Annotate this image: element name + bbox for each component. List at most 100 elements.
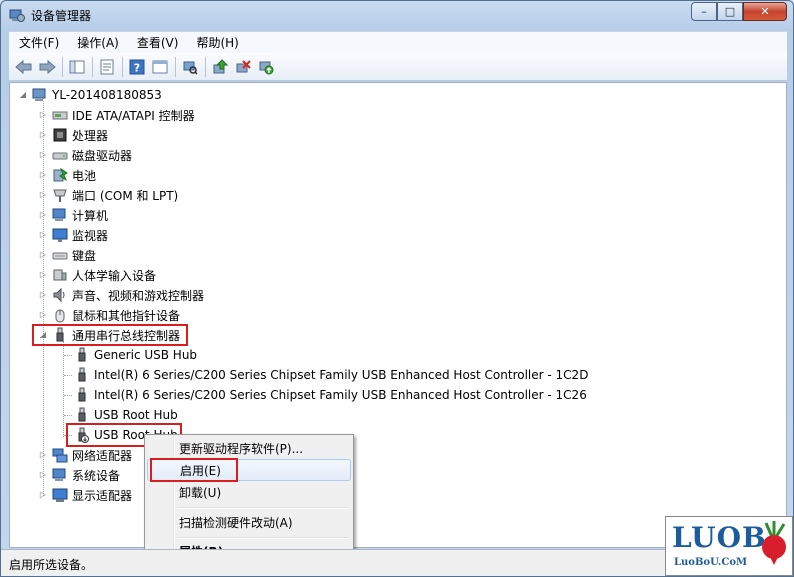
help-button[interactable]: ?	[126, 56, 148, 78]
tree-category-monitor[interactable]: ▷ 监视器	[38, 225, 108, 245]
menu-file[interactable]: 文件(F)	[19, 34, 59, 51]
tree-category-system[interactable]: ▷ 系统设备	[38, 465, 120, 485]
toolbar-separator	[92, 56, 93, 77]
usb-device-root-hub[interactable]: USB Root Hub	[74, 405, 178, 425]
expand-arrow-icon[interactable]: ▷	[38, 310, 48, 320]
tree-root-label: YL-201408180853	[52, 88, 162, 102]
port-icon	[53, 189, 67, 202]
usb-device-generic-hub[interactable]: Generic USB Hub	[74, 345, 197, 365]
expand-arrow-icon[interactable]: ▷	[38, 290, 48, 300]
tree-category-disk[interactable]: ▷ 磁盘驱动器	[38, 145, 132, 165]
tree-category-keyboard[interactable]: ▷ 键盘	[38, 245, 96, 265]
console-tree-icon	[69, 60, 85, 73]
menu-uninstall[interactable]: 卸载(U)	[147, 481, 351, 503]
title-bar[interactable]: 设备管理器 – □ ✕	[1, 1, 793, 29]
expand-arrow-icon[interactable]: ▷	[38, 490, 48, 500]
network-adapter-icon	[52, 448, 68, 463]
display-adapter-icon	[52, 488, 68, 502]
menu-bar: 文件(F) 操作(A) 查看(V) 帮助(H)	[9, 31, 787, 53]
device-manager-icon	[9, 9, 25, 22]
expand-arrow-icon[interactable]: ▷	[38, 170, 48, 180]
tree-category-mouse[interactable]: ▷ 鼠标和其他指针设备	[38, 305, 180, 325]
device-view-button[interactable]	[149, 56, 171, 78]
status-text: 启用所选设备。	[9, 558, 94, 572]
usb-device-host-controller-1c2d[interactable]: Intel(R) 6 Series/C200 Series Chipset Fa…	[74, 365, 588, 385]
tree-category-label: 人体学输入设备	[72, 268, 157, 283]
tree-branch	[64, 395, 72, 396]
tree-category-network[interactable]: ▷ 网络适配器	[38, 445, 132, 465]
tree-category-display[interactable]: ▷ 显示适配器	[38, 485, 132, 505]
menu-help[interactable]: 帮助(H)	[196, 34, 238, 51]
tree-category-label: 键盘	[72, 248, 97, 263]
expand-arrow-icon[interactable]: ▷	[38, 450, 48, 460]
tree-branch	[64, 375, 72, 376]
menu-update-driver[interactable]: 更新驱动程序软件(P)...	[147, 437, 351, 459]
tree-category-label: 网络适配器	[72, 448, 133, 463]
back-button[interactable]	[13, 56, 35, 78]
toolbar-separator	[205, 56, 206, 77]
sound-icon	[53, 287, 65, 303]
device-tree-pane[interactable]: ◢ YL-201408180853 ▷ IDE ATA/ATAPI 控制器 ▷ …	[9, 82, 787, 548]
tree-category-hid[interactable]: ▷ 人体学输入设备	[38, 265, 156, 285]
tree-root[interactable]: ◢ YL-201408180853	[18, 85, 162, 105]
expand-arrow-icon[interactable]: ▷	[38, 130, 48, 140]
tree-category-label: 声音、视频和游戏控制器	[72, 288, 205, 303]
expand-arrow-icon[interactable]: ▷	[38, 270, 48, 280]
minimize-button[interactable]: –	[691, 2, 717, 21]
monitor-icon	[52, 228, 68, 242]
tree-category-sound[interactable]: ▷ 声音、视频和游戏控制器	[38, 285, 204, 305]
system-device-icon	[52, 468, 66, 481]
forward-button[interactable]	[36, 56, 58, 78]
hid-icon	[53, 269, 67, 281]
mouse-icon	[55, 309, 65, 323]
tree-category-ports[interactable]: ▷ 端口 (COM 和 LPT)	[38, 185, 178, 205]
tree-category-processor[interactable]: ▷ 处理器	[38, 125, 108, 145]
expand-arrow-icon[interactable]: ▷	[38, 210, 48, 220]
properties-icon	[100, 59, 114, 74]
usb-category-highlight	[32, 324, 188, 346]
usb-device-host-controller-1c26[interactable]: Intel(R) 6 Series/C200 Series Chipset Fa…	[74, 385, 587, 405]
disk-drive-icon	[52, 152, 68, 160]
tree-category-label: 显示适配器	[72, 488, 133, 503]
tree-category-label: 处理器	[72, 128, 109, 143]
tree-category-computer[interactable]: ▷ 计算机	[38, 205, 108, 225]
expand-arrow-icon[interactable]: ▷	[38, 150, 48, 160]
maximize-button[interactable]: □	[717, 2, 743, 21]
expand-arrow-icon[interactable]: ▷	[38, 250, 48, 260]
tree-branch	[64, 415, 72, 416]
device-manager-window: 设备管理器 – □ ✕ 文件(F) 操作(A) 查看(V) 帮助(H) ? ◢ …	[0, 0, 794, 577]
ide-controller-icon	[52, 111, 68, 120]
enable-device-icon	[259, 61, 274, 74]
menu-view[interactable]: 查看(V)	[137, 34, 179, 51]
toolbar-separator	[122, 56, 123, 77]
tree-category-battery[interactable]: ▷ 电池	[38, 165, 96, 185]
expand-arrow-icon[interactable]: ▷	[38, 190, 48, 200]
enable-device-button[interactable]	[255, 56, 277, 78]
uninstall-icon	[236, 59, 251, 72]
window-controls: – □ ✕	[691, 2, 787, 21]
tree-branch	[64, 355, 72, 356]
show-hide-console-tree-button[interactable]	[66, 56, 88, 78]
scan-hardware-button[interactable]	[179, 56, 201, 78]
radish-icon	[762, 521, 786, 565]
expand-arrow-icon[interactable]: ▷	[38, 110, 48, 120]
context-menu-separator	[177, 537, 349, 539]
battery-icon	[53, 167, 68, 182]
uninstall-button[interactable]	[232, 56, 254, 78]
close-button[interactable]: ✕	[743, 2, 787, 21]
computer-root-icon	[32, 88, 46, 101]
tree-category-ide[interactable]: ▷ IDE ATA/ATAPI 控制器	[38, 105, 195, 125]
keyboard-icon	[52, 252, 68, 260]
expand-arrow-icon[interactable]: ▷	[38, 470, 48, 480]
update-driver-button[interactable]	[209, 56, 231, 78]
usb-device-icon	[78, 347, 86, 362]
properties-button[interactable]	[96, 56, 118, 78]
scan-hardware-icon	[183, 61, 198, 75]
logo-subtext: LuoBoU.CoM	[674, 557, 748, 568]
collapse-arrow-icon[interactable]: ◢	[18, 90, 28, 100]
menu-action[interactable]: 操作(A)	[77, 34, 119, 51]
enable-menu-highlight	[150, 458, 238, 482]
expand-arrow-icon[interactable]: ▷	[38, 230, 48, 240]
menu-scan-hardware[interactable]: 扫描检测硬件改动(A)	[147, 511, 351, 533]
tree-category-label: 鼠标和其他指针设备	[72, 308, 181, 323]
